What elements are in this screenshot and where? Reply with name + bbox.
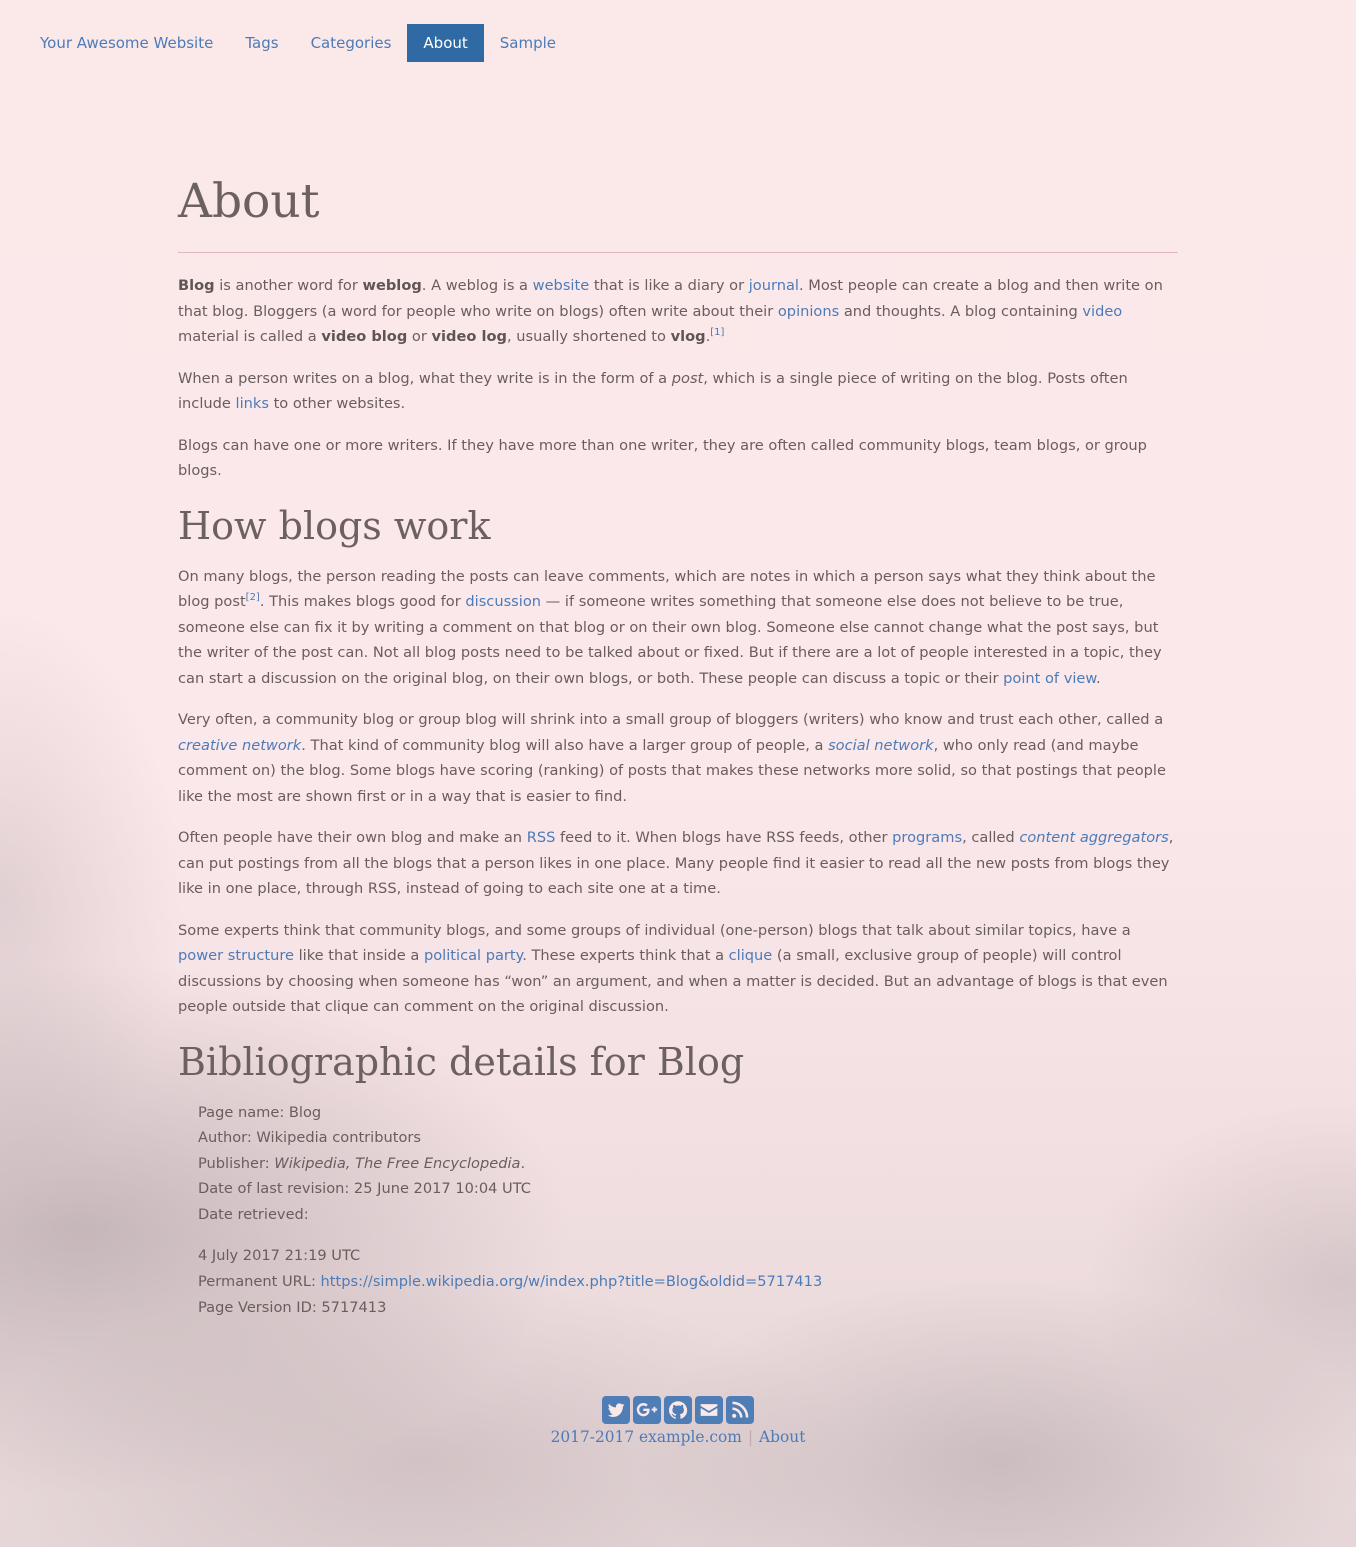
social-icons [0, 1396, 1356, 1424]
biblio-page-version: Page Version ID: 5717413 [198, 1298, 387, 1316]
link-website[interactable]: website [533, 277, 590, 294]
biblio-permanent-url: Permanent URL: https://simple.wikipedia.… [198, 1269, 1178, 1295]
text-span: material is called a [178, 328, 322, 345]
intro-paragraph-3: Blogs can have one or more writers. If t… [178, 436, 1147, 480]
main-content: About Blog is another word for weblog. A… [178, 168, 1178, 1320]
reference-2-link[interactable]: [2] [246, 592, 260, 603]
text-span: to other websites. [268, 395, 406, 412]
rss-icon[interactable] [726, 1396, 754, 1424]
bold-term: weblog [362, 277, 422, 294]
link-journal[interactable]: journal [749, 277, 799, 294]
permanent-url-link[interactable]: https://simple.wikipedia.org/w/index.php… [321, 1273, 823, 1290]
google-plus-icon[interactable] [633, 1396, 661, 1424]
github-icon[interactable] [664, 1396, 692, 1424]
link-social-network[interactable]: social network [828, 737, 934, 754]
top-nav: Your Awesome Website Tags Categories Abo… [24, 24, 572, 62]
italic-link-text: creative network [178, 736, 302, 754]
link-opinions[interactable]: opinions [778, 303, 839, 320]
text-span: . [1095, 669, 1101, 687]
link-video[interactable]: video [1082, 303, 1122, 320]
text-span: . [520, 1154, 526, 1172]
envelope-icon[interactable] [695, 1396, 723, 1424]
nav-about-link[interactable]: About [407, 24, 484, 62]
bold-term: Blog [178, 277, 215, 294]
link-rss[interactable]: RSS [527, 829, 556, 846]
text-span: . That kind of community blog will also … [301, 736, 829, 754]
biblio-author: Author: Wikipedia contributors [198, 1129, 421, 1147]
italic-term: post [671, 369, 704, 387]
text-span: is another word for [214, 277, 363, 294]
italic-link-text: social network [828, 736, 934, 754]
how-paragraph-1: On many blogs, the person reading the po… [178, 564, 1178, 692]
italic-link-text: content aggregators [1019, 829, 1169, 846]
how-paragraph-3: Often people have their own blog and mak… [178, 825, 1178, 902]
link-content-aggregators[interactable]: content aggregators [1019, 829, 1168, 846]
footer-about-link[interactable]: About [759, 1428, 805, 1446]
biblio-page-name: Page name: Blog [198, 1103, 322, 1121]
text-span: feed to it. When blogs have RSS feeds, o… [555, 829, 893, 846]
biblio-date-retrieved-value: 4 July 2017 21:19 UTC [198, 1247, 361, 1265]
page-title: About [178, 168, 1178, 253]
biblio-publisher-name: Wikipedia, The Free Encyclopedia [274, 1154, 521, 1172]
text-span: Some experts think that community blogs,… [178, 921, 1131, 939]
nav-sample-link[interactable]: Sample [484, 24, 572, 62]
how-paragraph-4: Some experts think that community blogs,… [178, 918, 1178, 1020]
nav-categories-link[interactable]: Categories [295, 24, 408, 62]
section-heading-bibliographic-details: Bibliographic details for Blog [178, 1039, 745, 1084]
link-discussion[interactable]: discussion [465, 593, 541, 610]
reference-1-link[interactable]: [1] [710, 327, 724, 338]
text-span: like that inside a [293, 947, 424, 964]
biblio-date-retrieved-label: Date retrieved: [198, 1205, 309, 1223]
biblio-publisher: Publisher: Wikipedia, The Free Encyclope… [198, 1151, 1178, 1177]
text-span: Very often, a community blog or group bl… [178, 711, 1164, 728]
footer-line: 2017-2017 example.com | About [0, 1428, 1356, 1446]
intro-paragraph-1: Blog is another word for weblog. A weblo… [178, 273, 1178, 350]
text-span: , usually shortened to [506, 328, 671, 345]
text-span: . A weblog is a [421, 277, 533, 294]
text-span: . This makes blogs good for [259, 593, 466, 610]
footer: 2017-2017 example.com | About [0, 1396, 1356, 1446]
text-span: . These experts think that a [522, 947, 729, 964]
section-heading-how-blogs-work: How blogs work [178, 503, 491, 548]
intro-paragraph-2: When a person writes on a blog, what the… [178, 366, 1178, 417]
text-span: When a person writes on a blog, what the… [178, 369, 672, 387]
twitter-icon[interactable] [602, 1396, 630, 1424]
nav-tags-link[interactable]: Tags [229, 24, 294, 62]
biblio-permanent-url-label: Permanent URL: [198, 1273, 321, 1291]
link-clique[interactable]: clique [729, 947, 773, 964]
link-power-structure[interactable]: power structure [178, 947, 294, 964]
link-creative-network[interactable]: creative network [178, 737, 301, 754]
bold-term: video log [431, 328, 507, 345]
text-span: that is like a diary or [589, 277, 749, 294]
bold-term: vlog [670, 328, 706, 345]
text-span: and thoughts. A blog containing [839, 302, 1083, 320]
footer-years[interactable]: 2017-2017 [551, 1428, 635, 1446]
biblio-publisher-label: Publisher: [198, 1154, 275, 1172]
how-paragraph-2: Very often, a community blog or group bl… [178, 707, 1178, 809]
text-span: Often people have their own blog and mak… [178, 829, 527, 846]
link-point-of-view[interactable]: point of view [1003, 670, 1096, 687]
text-span: or [407, 328, 432, 345]
biblio-last-revision: Date of last revision: 25 June 2017 10:0… [198, 1180, 531, 1198]
link-political-party[interactable]: political party [424, 947, 522, 964]
text-span: , called [962, 829, 1020, 846]
footer-site-link[interactable]: example.com [639, 1428, 742, 1446]
bibliographic-details: Page name: Blog Author: Wikipedia contri… [198, 1100, 1178, 1321]
link-programs[interactable]: programs [892, 829, 962, 846]
footer-separator: | [747, 1428, 754, 1446]
link-links[interactable]: links [236, 395, 269, 412]
nav-home-link[interactable]: Your Awesome Website [24, 24, 229, 62]
bold-term: video blog [321, 328, 408, 345]
